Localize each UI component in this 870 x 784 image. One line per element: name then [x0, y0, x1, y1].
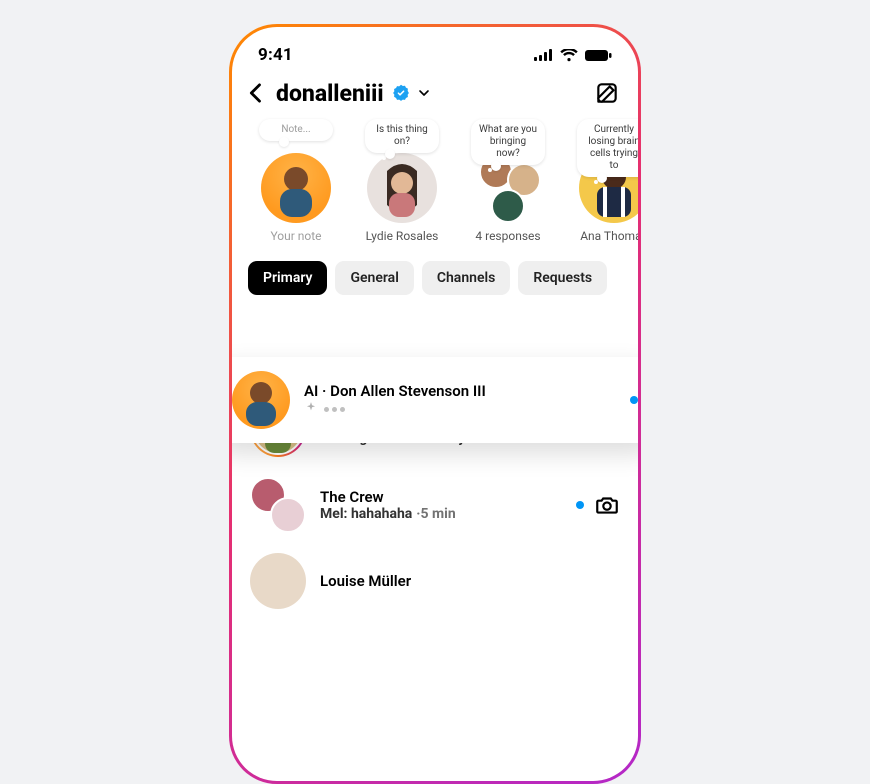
thread-title: The Crew	[320, 488, 562, 506]
camera-icon[interactable]	[594, 492, 620, 518]
status-icons	[534, 49, 612, 62]
note-label: 4 responses	[475, 229, 540, 243]
status-bar: 9:41	[232, 41, 638, 73]
note-bubble: Is this thing on?	[365, 119, 439, 153]
note-item[interactable]: Is this thing on? Lydie Rosales	[356, 121, 448, 243]
note-bubble: Currently losing brain cells trying to	[577, 119, 638, 177]
your-note[interactable]: Note... Your note	[250, 121, 342, 243]
avatar	[232, 371, 290, 429]
group-avatar	[250, 477, 306, 533]
cellular-icon	[534, 49, 554, 61]
inbox-tabs: Primary General Channels Requests	[232, 247, 638, 305]
avatar	[261, 153, 331, 223]
avatar	[367, 153, 437, 223]
back-button[interactable]	[242, 79, 270, 107]
thread-ai-card[interactable]: AI · Don Allen Stevenson III	[232, 357, 638, 443]
compose-button[interactable]	[594, 80, 620, 106]
ai-typing-indicator	[304, 401, 345, 419]
account-switcher[interactable]: donalleniii	[276, 80, 384, 107]
wifi-icon	[560, 49, 578, 62]
note-bubble: Note...	[259, 119, 333, 141]
note-label: Lydie Rosales	[366, 229, 439, 243]
thread-row[interactable]: Louise Müller	[232, 543, 638, 619]
status-time: 9:41	[258, 45, 293, 65]
chevron-down-icon[interactable]	[416, 85, 432, 101]
note-label: Ana Thomas	[580, 229, 638, 243]
notes-tray[interactable]: Note... Your note Is this thing on? Lydi…	[232, 113, 638, 247]
unread-dot	[630, 396, 638, 404]
phone-frame: 9:41 donalleniii	[229, 24, 641, 784]
note-label: Your note	[270, 229, 321, 243]
thread-preview: Mel: hahahaha ·5 min	[320, 506, 562, 522]
tab-primary[interactable]: Primary	[248, 261, 327, 295]
thread-title: AI · Don Allen Stevenson III	[304, 382, 616, 400]
thread-row[interactable]: The Crew Mel: hahahaha ·5 min	[232, 467, 638, 543]
note-item[interactable]: Currently losing brain cells trying to A…	[568, 121, 638, 243]
verified-badge-icon	[392, 84, 410, 102]
note-item[interactable]: What are you bringing now? 4 responses	[462, 121, 554, 243]
screen: 9:41 donalleniii	[232, 27, 638, 781]
thread-title: Louise Müller	[320, 572, 620, 590]
tab-requests[interactable]: Requests	[518, 261, 607, 295]
tab-general[interactable]: General	[335, 261, 413, 295]
sparkle-icon	[304, 401, 318, 419]
tab-channels[interactable]: Channels	[422, 261, 511, 295]
battery-icon	[584, 49, 612, 62]
avatar	[250, 553, 306, 609]
unread-dot	[576, 501, 584, 509]
note-bubble: What are you bringing now?	[471, 119, 545, 165]
inbox-header: donalleniii	[232, 73, 638, 113]
